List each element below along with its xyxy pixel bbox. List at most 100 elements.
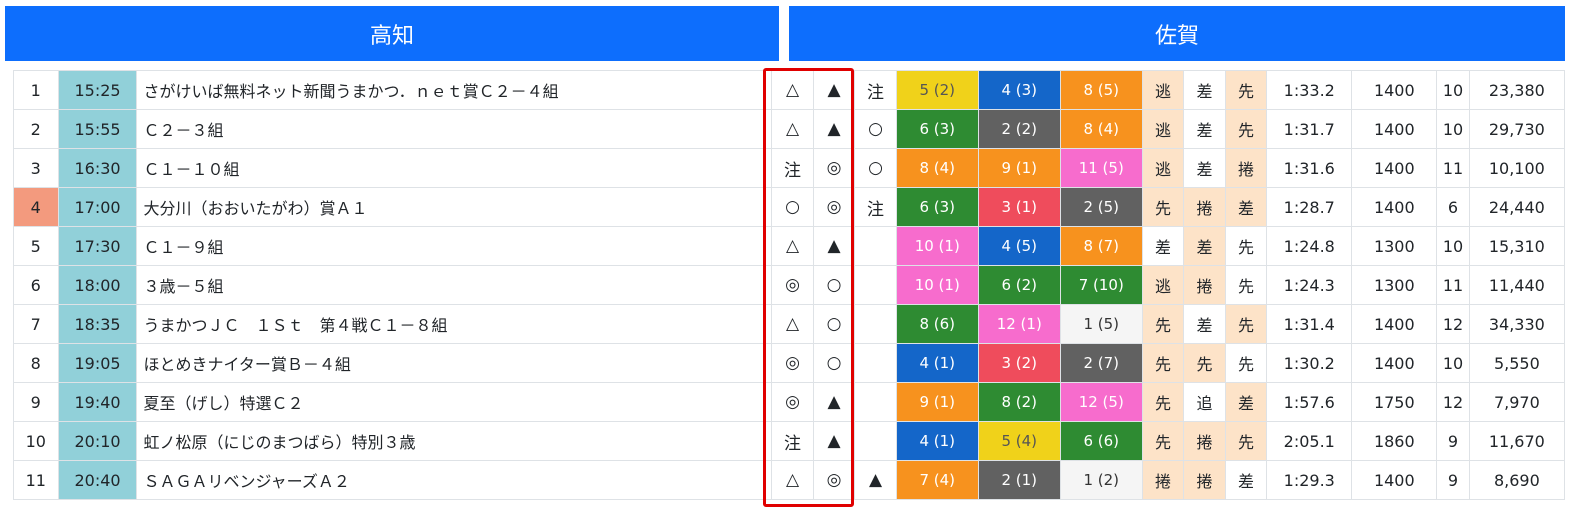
race-number: 4 bbox=[13, 187, 59, 227]
distance: 1400 bbox=[1351, 148, 1438, 188]
race-number: 5 bbox=[13, 226, 59, 266]
running-style-3: 差 bbox=[1224, 187, 1268, 227]
horse-pick-2: 6 (2) bbox=[977, 265, 1061, 305]
race-number: 6 bbox=[13, 265, 59, 305]
runner-count: 11 bbox=[1436, 148, 1470, 188]
mark-2: ◎ bbox=[812, 460, 856, 500]
horse-pick-3: 7 (10) bbox=[1059, 265, 1143, 305]
horse-pick-2: 4 (5) bbox=[977, 226, 1061, 266]
mark-1: 注 bbox=[771, 421, 814, 461]
race-row: 4 17:00 大分川（おおいたがわ）賞Ａ１ ○ ◎ 注 6 (3) 3 (1) 2 (5) 先捲… bbox=[13, 187, 1566, 227]
running-style-1: 先 bbox=[1141, 382, 1185, 422]
runner-count: 10 bbox=[1436, 343, 1470, 383]
race-time: 16:30 bbox=[57, 148, 138, 188]
horse-pick-3: 8 (7) bbox=[1059, 226, 1143, 266]
race-name: さがけいば無料ネット新聞うまかつ．ｎｅｔ賞Ｃ２－４組 bbox=[136, 70, 773, 110]
distance: 1300 bbox=[1351, 265, 1438, 305]
mark-3: 注 bbox=[854, 70, 897, 110]
race-name: ３歳－５組 bbox=[136, 265, 773, 305]
header-kochi-label: 高知 bbox=[369, 23, 414, 49]
race-name: 夏至（げし）特選Ｃ２ bbox=[136, 382, 773, 422]
win-time: 1:24.8 bbox=[1266, 226, 1353, 266]
win-time: 1:29.3 bbox=[1266, 460, 1353, 500]
runner-count: 12 bbox=[1436, 382, 1470, 422]
running-style-1: 先 bbox=[1141, 187, 1185, 227]
payout: 5,550 bbox=[1468, 343, 1566, 383]
running-style-3: 先 bbox=[1224, 343, 1268, 383]
horse-pick-1: 5 (2) bbox=[895, 70, 979, 110]
win-time: 1:31.7 bbox=[1266, 109, 1353, 149]
race-row: 8 19:05 ほとめきナイター賞Ｂ－４組 ◎ ○ 4 (1) 3 (2) 2 (7) 先先先 1… bbox=[13, 343, 1566, 383]
running-style-3: 先 bbox=[1224, 265, 1268, 305]
race-number: 7 bbox=[13, 304, 59, 344]
horse-pick-3: 12 (5) bbox=[1059, 382, 1143, 422]
race-name: ＳＡＧＡリベンジャーズＡ２ bbox=[136, 460, 773, 500]
horse-pick-3: 2 (7) bbox=[1059, 343, 1143, 383]
payout: 11,440 bbox=[1468, 265, 1566, 305]
running-style-3: 先 bbox=[1224, 226, 1268, 266]
distance: 1400 bbox=[1351, 460, 1438, 500]
horse-pick-1: 10 (1) bbox=[895, 226, 979, 266]
running-style-2: 捲 bbox=[1183, 265, 1226, 305]
distance: 1300 bbox=[1351, 226, 1438, 266]
race-name: Ｃ２－３組 bbox=[136, 109, 773, 149]
win-time: 1:33.2 bbox=[1266, 70, 1353, 110]
mark-1: △ bbox=[771, 226, 814, 266]
mark-3: ○ bbox=[854, 148, 897, 188]
payout: 29,730 bbox=[1468, 109, 1566, 149]
mark-3 bbox=[854, 265, 897, 305]
horse-pick-3: 1 (2) bbox=[1059, 460, 1143, 500]
payout: 23,380 bbox=[1468, 70, 1566, 110]
horse-pick-2: 5 (4) bbox=[977, 421, 1061, 461]
mark-2: ▲ bbox=[812, 226, 856, 266]
payout: 34,330 bbox=[1468, 304, 1566, 344]
running-style-3: 先 bbox=[1224, 421, 1268, 461]
horse-pick-1: 4 (1) bbox=[895, 343, 979, 383]
running-style-1: 捲 bbox=[1141, 460, 1185, 500]
race-time: 18:00 bbox=[57, 265, 138, 305]
distance: 1750 bbox=[1351, 382, 1438, 422]
horse-pick-2: 2 (1) bbox=[977, 460, 1061, 500]
payout: 15,310 bbox=[1468, 226, 1566, 266]
distance: 1400 bbox=[1351, 343, 1438, 383]
race-time: 20:40 bbox=[57, 460, 138, 500]
horse-pick-1: 9 (1) bbox=[895, 382, 979, 422]
horse-pick-1: 6 (3) bbox=[895, 187, 979, 227]
race-number: 11 bbox=[13, 460, 59, 500]
header-kochi: 高知 bbox=[5, 6, 779, 61]
mark-2: ○ bbox=[812, 304, 856, 344]
mark-3 bbox=[854, 421, 897, 461]
race-table: 1 15:25 さがけいば無料ネット新聞うまかつ．ｎｅｔ賞Ｃ２－４組 △ ▲ 注 5 (2)… bbox=[13, 70, 1566, 500]
race-row: 2 15:55 Ｃ２－３組 △ ▲ ○ 6 (3) 2 (2) 8 (4) 逃差先 1:31.7 14… bbox=[13, 109, 1566, 149]
running-style-2: 追 bbox=[1183, 382, 1226, 422]
running-style-1: 先 bbox=[1141, 343, 1185, 383]
payout: 10,100 bbox=[1468, 148, 1566, 188]
race-time: 19:05 bbox=[57, 343, 138, 383]
running-style-1: 先 bbox=[1141, 304, 1185, 344]
win-time: 1:57.6 bbox=[1266, 382, 1353, 422]
mark-2: ▲ bbox=[812, 382, 856, 422]
race-time: 15:25 bbox=[57, 70, 138, 110]
win-time: 2:05.1 bbox=[1266, 421, 1353, 461]
mark-3 bbox=[854, 226, 897, 266]
mark-2: ▲ bbox=[812, 70, 856, 110]
mark-2: ◎ bbox=[812, 187, 856, 227]
race-time: 18:35 bbox=[57, 304, 138, 344]
race-row: 6 18:00 ３歳－５組 ◎ ○ 10 (1) 6 (2) 7 (10) 逃捲先 1:24.3 1… bbox=[13, 265, 1566, 305]
horse-pick-1: 8 (4) bbox=[895, 148, 979, 188]
distance: 1400 bbox=[1351, 109, 1438, 149]
mark-2: ○ bbox=[812, 343, 856, 383]
running-style-2: 捲 bbox=[1183, 460, 1226, 500]
runner-count: 11 bbox=[1436, 265, 1470, 305]
win-time: 1:30.2 bbox=[1266, 343, 1353, 383]
horse-pick-1: 8 (6) bbox=[895, 304, 979, 344]
race-time: 20:10 bbox=[57, 421, 138, 461]
running-style-3: 捲 bbox=[1224, 148, 1268, 188]
mark-2: ○ bbox=[812, 265, 856, 305]
mark-3 bbox=[854, 343, 897, 383]
running-style-3: 差 bbox=[1224, 382, 1268, 422]
running-style-1: 逃 bbox=[1141, 109, 1185, 149]
race-time: 15:55 bbox=[57, 109, 138, 149]
win-time: 1:24.3 bbox=[1266, 265, 1353, 305]
running-style-3: 先 bbox=[1224, 70, 1268, 110]
